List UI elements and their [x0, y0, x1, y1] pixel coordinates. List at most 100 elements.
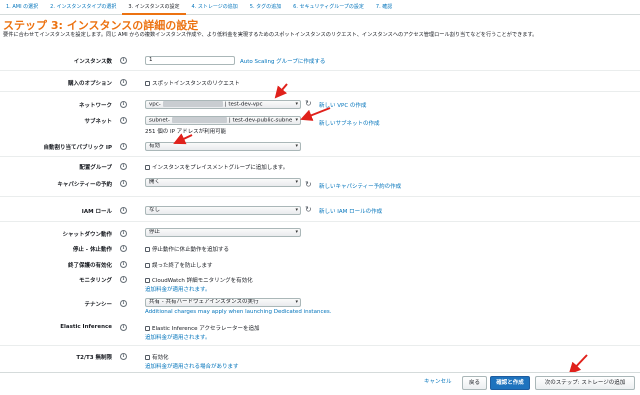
subnet-prefix: subnet-: [149, 117, 170, 124]
monitoring-charges-link[interactable]: 追加料金が適用されます。: [145, 285, 210, 293]
checkbox-label: インスタンスをプレイスメントグループに追加します。: [152, 165, 289, 171]
public-ip-value: 有効: [149, 143, 161, 149]
hibernate-checkbox[interactable]: 停止動作に休止動作を追加する: [145, 245, 229, 253]
dedicated-charges-link[interactable]: Additional charges may apply when launch…: [145, 309, 331, 315]
shutdown-value: 停止: [149, 229, 161, 235]
step-review[interactable]: 7. 確認: [370, 0, 398, 15]
checkbox-label: 停止動作に休止動作を追加する: [152, 247, 230, 253]
subnet-suffix: | test-dev-public-subne: [228, 117, 293, 124]
select-arrow-icon: ▾: [295, 179, 298, 185]
t2t3-unlimited-label: T2/T3 無制限: [76, 355, 112, 361]
step-security-group[interactable]: 6. セキュリティグループの設定: [287, 0, 370, 15]
checkbox-box[interactable]: [145, 277, 150, 283]
subnet-select[interactable]: subnet- | test-dev-public-subne ▾: [145, 116, 301, 125]
public-ip-select[interactable]: 有効 ▾: [145, 142, 301, 151]
refresh-icon[interactable]: ↻: [305, 180, 312, 189]
iam-role-label: IAM ロール: [81, 209, 112, 215]
network-select[interactable]: vpc- | test-dev-vpc ▾: [145, 100, 301, 109]
capacity-value: 開く: [149, 179, 161, 185]
info-icon[interactable]: i: [120, 57, 127, 64]
create-capacity-reservation-link[interactable]: 新しいキャパシティー予約の作成: [319, 182, 401, 190]
checkbox-box[interactable]: [145, 325, 150, 331]
next-step-button[interactable]: 次のステップ: ストレージの追加: [535, 376, 635, 390]
info-icon[interactable]: i: [120, 163, 127, 170]
instance-count-label: インスタンス数: [73, 59, 112, 65]
select-arrow-icon: ▾: [295, 207, 298, 213]
public-ip-label: 自動割り当てパブリック IP: [43, 145, 113, 151]
checkbox-box[interactable]: [145, 354, 150, 360]
select-arrow-icon: ▾: [295, 143, 298, 149]
page-title: ステップ 3: インスタンスの詳細の設定: [3, 19, 199, 32]
step-ami[interactable]: 1. AMI の選択: [0, 0, 44, 15]
step-storage[interactable]: 4. ストレージの追加: [186, 0, 244, 15]
info-icon[interactable]: i: [120, 180, 127, 187]
termination-protection-checkbox[interactable]: 誤った終了を防止します: [145, 261, 213, 269]
checkbox-box[interactable]: [145, 80, 150, 86]
step-instance-type[interactable]: 2. インスタンスタイプの選択: [44, 0, 122, 15]
spot-instance-checkbox[interactable]: スポットインスタンスのリクエスト: [145, 79, 240, 87]
redacted-id: [162, 101, 223, 107]
review-launch-button[interactable]: 確認と作成: [490, 376, 530, 390]
create-vpc-link[interactable]: 新しい VPC の作成: [319, 101, 366, 109]
info-icon[interactable]: i: [120, 353, 127, 360]
info-icon[interactable]: i: [120, 245, 127, 252]
create-subnet-link[interactable]: 新しいサブネットの作成: [319, 119, 380, 127]
select-arrow-icon: ▾: [295, 299, 298, 305]
refresh-icon[interactable]: ↻: [305, 99, 312, 108]
select-arrow-icon: ▾: [295, 101, 298, 107]
divider: [0, 156, 640, 157]
stop-hibernate-label: 停止 - 休止動作: [72, 247, 112, 253]
info-icon[interactable]: i: [120, 79, 127, 86]
redacted-id: [171, 117, 227, 123]
select-arrow-icon: ▾: [295, 117, 298, 123]
create-iam-role-link[interactable]: 新しい IAM ロールの作成: [319, 207, 382, 215]
info-icon[interactable]: i: [120, 207, 127, 214]
checkbox-box[interactable]: [145, 164, 150, 170]
checkbox-label: スポットインスタンスのリクエスト: [152, 81, 240, 87]
shutdown-behavior-select[interactable]: 停止 ▾: [145, 228, 301, 237]
placement-group-checkbox[interactable]: インスタンスをプレイスメントグループに追加します。: [145, 163, 288, 171]
divider: [0, 91, 640, 92]
elastic-inference-checkbox[interactable]: Elastic Inference アクセラレーターを追加: [145, 324, 260, 332]
elastic-inference-charges-link[interactable]: 追加料金が適用されます。: [145, 333, 210, 341]
info-icon[interactable]: i: [120, 300, 127, 307]
monitoring-label: モニタリング: [78, 278, 112, 284]
available-ip-note: 251 個の IP アドレスが利用可能: [145, 129, 227, 135]
info-icon[interactable]: i: [120, 261, 127, 268]
step-tags[interactable]: 5. タグの追加: [244, 0, 287, 15]
checkbox-label: CloudWatch 詳細モニタリングを有効化: [152, 278, 253, 284]
back-button[interactable]: 戻る: [462, 376, 487, 390]
step-configure-instance[interactable]: 3. インスタンスの設定: [122, 0, 186, 15]
cancel-button[interactable]: キャンセル: [420, 376, 456, 390]
instance-count-input[interactable]: 1: [145, 56, 235, 65]
t2t3-unlimited-checkbox[interactable]: 有効化: [145, 353, 169, 361]
network-suffix: | test-dev-vpc: [224, 101, 263, 108]
checkbox-box[interactable]: [145, 246, 150, 252]
elastic-inference-label: Elastic Inference: [60, 324, 112, 330]
divider: [0, 196, 640, 197]
placement-group-label: 配置グループ: [79, 165, 112, 171]
info-icon[interactable]: i: [120, 276, 127, 283]
refresh-icon[interactable]: ↻: [305, 205, 312, 214]
info-icon[interactable]: i: [120, 230, 127, 237]
tenancy-label: テナンシー: [84, 302, 112, 308]
checkbox-box[interactable]: [145, 262, 150, 268]
info-icon[interactable]: i: [120, 117, 127, 124]
tenancy-select[interactable]: 共有 - 共有ハードウェアインスタンスの実行 ▾: [145, 298, 301, 307]
info-icon[interactable]: i: [120, 143, 127, 150]
auto-scaling-link[interactable]: Auto Scaling グループに作成する: [240, 57, 325, 65]
iam-value: なし: [149, 207, 161, 213]
select-arrow-icon: ▾: [295, 229, 298, 235]
detailed-monitoring-checkbox[interactable]: CloudWatch 詳細モニタリングを有効化: [145, 276, 253, 284]
info-icon[interactable]: i: [120, 101, 127, 108]
divider: [0, 345, 640, 346]
capacity-reservation-label: キャパシティーの予約: [57, 182, 112, 188]
capacity-reservation-select[interactable]: 開く ▾: [145, 178, 301, 187]
info-icon[interactable]: i: [120, 324, 127, 331]
checkbox-label: 有効化: [152, 355, 169, 361]
divider: [0, 221, 640, 222]
t2t3-charges-link[interactable]: 追加料金が適用される場合があります: [145, 362, 239, 370]
divider: [0, 70, 640, 71]
purchase-option-label: 購入のオプション: [67, 81, 112, 87]
iam-role-select[interactable]: なし ▾: [145, 206, 301, 215]
